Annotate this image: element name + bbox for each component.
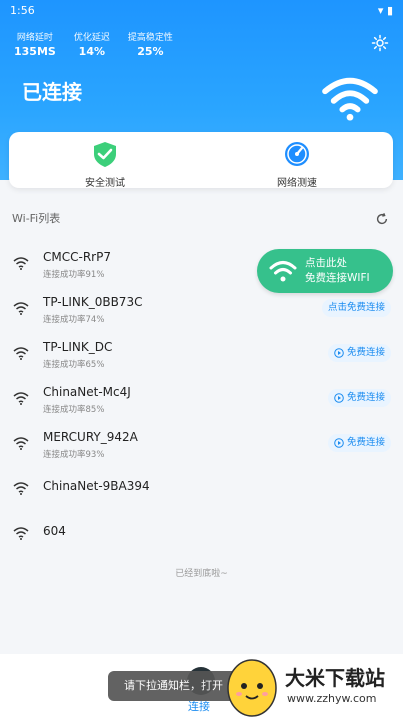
tooltip-line-2: 免费连接WIFI [305, 272, 370, 284]
wifi-success-rate: 连接成功率74% [43, 315, 105, 325]
wifi-row[interactable]: MERCURY_942A 连接成功率93% 免费连接 [0, 418, 403, 463]
metric-value: 25% [137, 45, 164, 58]
speed-test-button[interactable]: 网络测速 [201, 132, 393, 189]
wifi-name: ChinaNet-9BA394 [43, 479, 150, 493]
wifi-signal-icon [13, 302, 29, 315]
wifi-row[interactable]: ChinaNet-Mc4J 连接成功率85% 免费连接 [0, 373, 403, 418]
security-test-label: 安全测试 [85, 178, 125, 189]
free-connect-label: 免费连接 [346, 392, 385, 403]
metric-stability: 提高稳定性 25% [128, 30, 173, 58]
status-bar: 1:56 ▾ ▮ [10, 4, 393, 20]
free-connect-label: 免费连接 [346, 437, 385, 448]
speedometer-icon [285, 142, 309, 166]
security-test-button[interactable]: 安全测试 [9, 132, 201, 189]
list-end-text: 已经到底啦~ [175, 569, 228, 579]
wifi-name: 604 [43, 524, 66, 538]
metric-latency: 网络延时 135MS [14, 30, 56, 58]
quick-actions-card: 安全测试 网络测速 [9, 132, 393, 189]
watermark-title: 大米下载站 [285, 666, 385, 690]
wifi-list-title: Wi-Fi列表 [12, 212, 61, 225]
wifi-signal-icon [13, 437, 29, 450]
free-connect-button[interactable]: 免费连接 [327, 389, 391, 407]
wifi-icon [269, 261, 297, 282]
connection-status: 已连接 [22, 80, 82, 104]
free-connect-button[interactable]: 点击免费连接 [321, 299, 391, 317]
watermark-url: www.zzhyw.com [287, 692, 377, 705]
play-icon [334, 348, 344, 358]
play-icon [334, 393, 344, 403]
wifi-success-rate: 连接成功率93% [43, 450, 105, 460]
wifi-row[interactable]: ChinaNet-9BA394 [0, 463, 403, 508]
play-icon [334, 438, 344, 448]
gear-icon[interactable] [371, 34, 389, 52]
tooltip-line-1: 点击此处 [305, 257, 347, 269]
shield-check-icon [94, 142, 116, 167]
metric-label: 网络延时 [16, 33, 53, 43]
metric-label: 提高稳定性 [127, 33, 173, 43]
wifi-success-rate: 连接成功率91% [43, 270, 105, 280]
metric-label: 优化延迟 [73, 33, 110, 43]
status-icons: ▾ ▮ [377, 4, 393, 17]
wifi-row[interactable]: 604 [0, 508, 403, 553]
wifi-name: ChinaNet-Mc4J [43, 385, 131, 399]
wifi-name: MERCURY_942A [43, 430, 138, 444]
metric-value: 135MS [14, 45, 56, 58]
free-connect-button[interactable]: 免费连接 [327, 434, 391, 452]
wifi-name: TP-LINK_DC [43, 340, 113, 354]
wifi-signal-icon [13, 482, 29, 495]
free-wifi-tooltip[interactable]: 点击此处 免费连接WIFI [257, 249, 393, 293]
refresh-icon[interactable] [375, 212, 389, 226]
wifi-name: TP-LINK_0BB73C [43, 295, 143, 309]
watermark: 大米下载站 www.zzhyw.com [218, 654, 403, 717]
status-time: 1:56 [10, 4, 35, 17]
free-connect-label: 免费连接 [346, 347, 385, 358]
wifi-signal-icon [13, 347, 29, 360]
wifi-icon [322, 77, 378, 121]
speed-test-label: 网络测速 [277, 178, 317, 189]
free-connect-label: 点击免费连接 [327, 302, 385, 313]
tooltip-text: 点击此处 免费连接WIFI [305, 256, 370, 286]
wifi-success-rate: 连接成功率85% [43, 405, 105, 415]
wifi-signal-icon [13, 392, 29, 405]
mascot-egg-icon [227, 659, 277, 717]
metric-optimize: 优化延迟 14% [74, 30, 110, 58]
wifi-signal-icon [13, 257, 29, 270]
metrics: 网络延时 135MS 优化延迟 14% 提高稳定性 25% [14, 30, 173, 58]
wifi-success-rate: 连接成功率65% [43, 360, 105, 370]
wifi-row[interactable]: TP-LINK_DC 连接成功率65% 免费连接 [0, 328, 403, 373]
wifi-signal-icon [13, 527, 29, 540]
wifi-name: CMCC-RrP7 [43, 250, 111, 264]
free-connect-button[interactable]: 免费连接 [327, 344, 391, 362]
metric-value: 14% [78, 45, 106, 58]
